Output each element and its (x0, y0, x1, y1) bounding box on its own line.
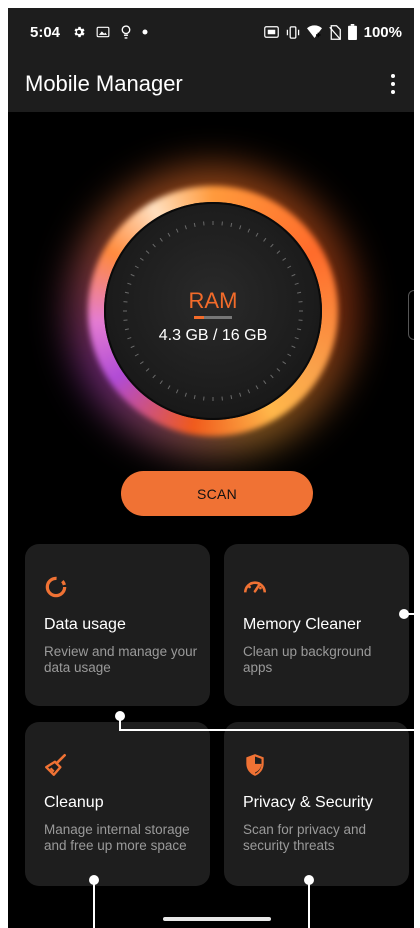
gauge-tick (263, 237, 267, 242)
gauge-tick (255, 385, 259, 390)
gauge-tick (247, 389, 251, 394)
status-time: 5:04 (30, 23, 61, 41)
gauge-dial: RAM 4.3 GB / 16 GB (104, 202, 322, 420)
gauge-tick (145, 250, 150, 254)
phone-screen: 5:04 100% Mobile Manager RAM 4.3 GB / 16… (8, 8, 414, 928)
card-title: Data usage (44, 616, 126, 633)
gear-icon (74, 26, 85, 38)
gauge-tick (270, 243, 274, 248)
gauge-tick (287, 265, 292, 269)
battery-icon (347, 24, 357, 40)
gauge-tick (247, 228, 251, 233)
gauge-tick (134, 265, 139, 269)
card-desc: Clean up background apps (243, 644, 372, 675)
scan-button[interactable]: SCAN (121, 471, 313, 516)
dot-icon (142, 29, 148, 35)
shield-icon (246, 754, 264, 776)
gauge-tick (167, 232, 171, 237)
card-data-usage[interactable]: Data usage Review and manage your data u… (25, 544, 210, 706)
gauge-tick (291, 273, 296, 277)
gauge-tick (230, 222, 233, 227)
gauge-tick (159, 380, 163, 385)
card-desc: Scan for privacy and security threats (243, 822, 367, 853)
gauge-tick (294, 282, 299, 285)
gauge-tick (167, 385, 171, 390)
ram-gauge: RAM 4.3 GB / 16 GB (68, 166, 358, 456)
bulb-icon (121, 24, 131, 39)
gauge-tick (175, 228, 179, 233)
gauge-tick (287, 353, 292, 357)
gauge-tick (291, 345, 296, 349)
gauge-tick (282, 361, 287, 365)
gauge-tick (175, 389, 179, 394)
ram-usage-fill (194, 316, 205, 319)
gauge-tick (270, 374, 274, 379)
gauge-tick (139, 361, 144, 365)
no-sim-icon (328, 24, 341, 40)
gauge-tick (239, 225, 242, 230)
gauge-tick (152, 374, 156, 379)
gauge-tick (263, 380, 267, 385)
ram-value: 4.3 GB / 16 GB (158, 327, 268, 344)
ram-label: RAM (188, 288, 238, 313)
gauge-tick (127, 282, 132, 285)
gauge-tick (130, 345, 135, 349)
gauge-tick (255, 232, 259, 237)
gauge-tick (152, 243, 156, 248)
battery-percent: 100% (363, 23, 402, 41)
more-vert-icon[interactable] (380, 64, 406, 104)
gauge-tick (230, 395, 233, 400)
gauge-tick (134, 353, 139, 357)
card-desc: Review and manage your data usage (44, 644, 198, 675)
card-memory-cleaner[interactable]: Memory Cleaner Clean up background apps (224, 544, 409, 706)
gauge-tick (193, 395, 196, 400)
card-cleanup[interactable]: Cleanup Manage internal storage and free… (25, 722, 210, 886)
gauge-tick (276, 368, 281, 372)
gauge-tick (184, 392, 187, 397)
side-panel-handle[interactable] (408, 290, 414, 340)
card-title: Cleanup (44, 794, 104, 811)
home-indicator[interactable] (163, 917, 271, 921)
gauge-tick (139, 257, 144, 261)
wifi-icon (306, 25, 322, 38)
card-title: Privacy & Security (243, 794, 373, 811)
image-icon (96, 26, 110, 38)
gauge-tick (159, 237, 163, 242)
broom-icon (45, 753, 66, 776)
status-bar: 5:04 100% (8, 8, 414, 56)
gauge-tick (282, 257, 287, 261)
card-desc: Manage internal storage and free up more… (44, 822, 190, 853)
ram-usage-bar (194, 316, 232, 319)
gauge-tick (130, 273, 135, 277)
app-bar: Mobile Manager (8, 56, 414, 112)
card-privacy-security[interactable]: Privacy & Security Scan for privacy and … (224, 722, 409, 886)
card-title: Memory Cleaner (243, 616, 362, 633)
data-usage-icon (45, 576, 67, 598)
page-title: Mobile Manager (25, 71, 183, 96)
vibrate-icon (286, 25, 299, 39)
gauge-tick (276, 250, 281, 254)
gauge-tick (193, 222, 196, 227)
nfc-icon (263, 26, 279, 38)
gauge-tick (239, 392, 242, 397)
speedometer-icon (243, 581, 267, 593)
gauge-tick (145, 368, 150, 372)
gauge-tick (184, 225, 187, 230)
